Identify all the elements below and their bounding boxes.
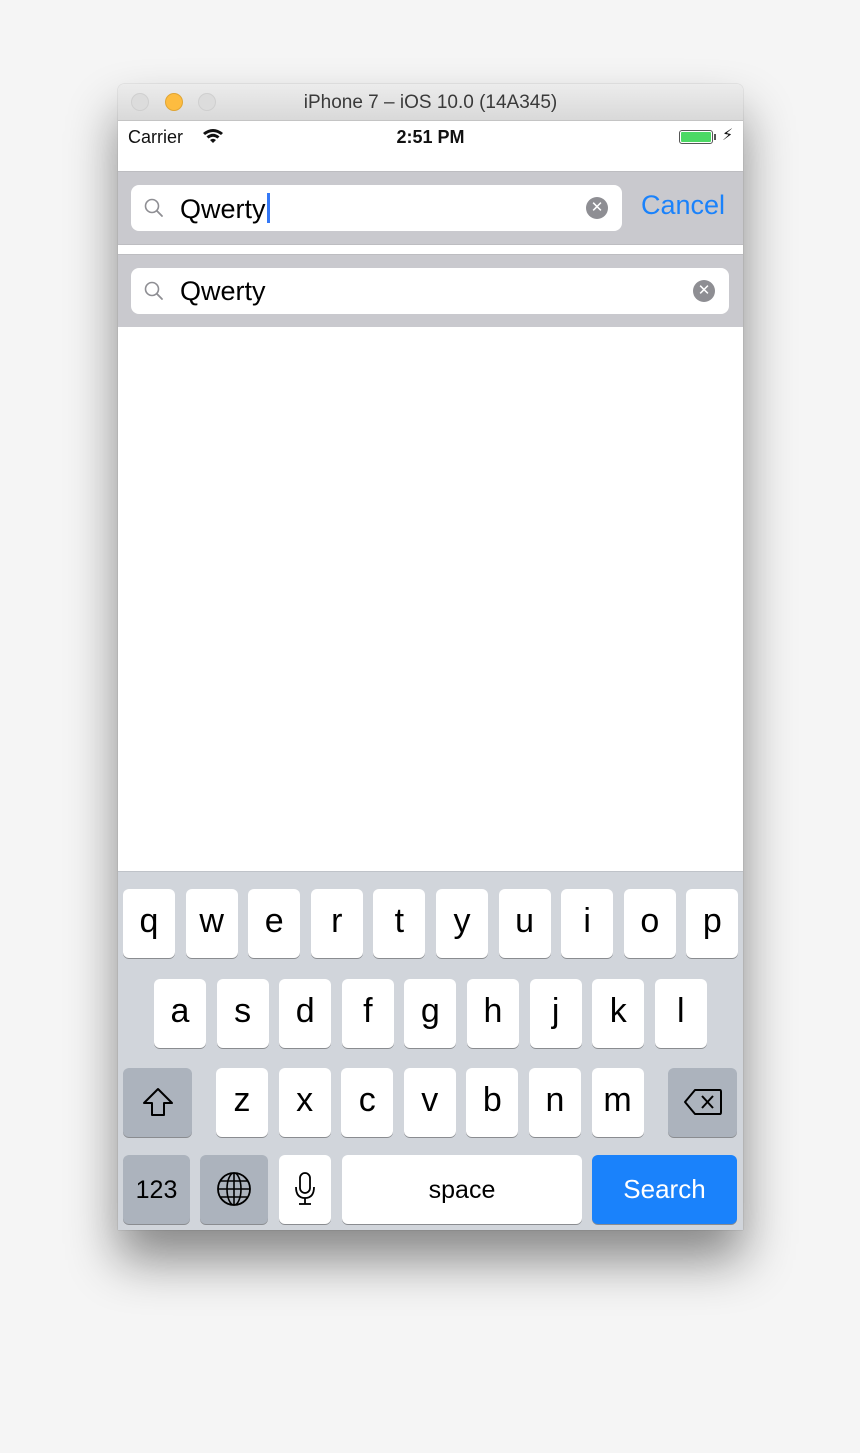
key-h[interactable]: h [467,979,519,1048]
device-screen: Carrier 2:51 PM ⚡︎ Qwerty ✕ Cancel Qwert… [118,121,743,1230]
key-i[interactable]: i [561,889,614,958]
status-bar: Carrier 2:51 PM ⚡︎ [118,121,743,171]
shift-icon [142,1088,173,1116]
key-m[interactable]: m [591,1068,644,1137]
text-caret [266,193,270,223]
space-key[interactable]: space [342,1155,582,1224]
results-area [118,327,743,871]
clear-icon[interactable]: ✕ [693,280,715,302]
microphone-icon [295,1172,315,1205]
key-p[interactable]: p [686,889,739,958]
clear-icon[interactable]: ✕ [586,197,608,219]
key-z[interactable]: z [216,1068,268,1137]
shift-key[interactable] [123,1068,192,1137]
cancel-button[interactable]: Cancel [641,190,725,221]
key-v[interactable]: v [403,1068,456,1137]
key-d[interactable]: d [279,979,332,1048]
bolt-icon: ⚡︎ [722,127,734,144]
globe-key[interactable] [200,1155,268,1224]
title-bar: iPhone 7 – iOS 10.0 (14A345) [118,84,743,121]
search-input-secondary-value: Qwerty [180,276,266,306]
key-g[interactable]: g [404,979,457,1048]
key-o[interactable]: o [623,889,676,958]
window-title: iPhone 7 – iOS 10.0 (14A345) [303,92,558,113]
search-input-secondary[interactable]: Qwerty ✕ [131,268,729,314]
key-c[interactable]: c [341,1068,394,1137]
key-k[interactable]: k [592,979,645,1048]
key-t[interactable]: t [373,889,426,958]
keyboard: qwertyuiop asdfghjkl zxcvbnm 123 space S… [118,871,743,1230]
battery-icon [679,130,713,144]
search-icon [144,198,163,217]
key-n[interactable]: n [529,1068,581,1137]
search-key[interactable]: Search [592,1155,737,1224]
key-w[interactable]: w [185,889,238,958]
globe-icon [217,1172,251,1206]
microphone-key[interactable] [279,1155,331,1224]
key-y[interactable]: y [436,889,488,958]
search-icon [144,281,163,300]
key-u[interactable]: u [498,889,551,958]
delete-key[interactable] [668,1068,737,1137]
key-x[interactable]: x [278,1068,331,1137]
search-input-value: Qwerty [180,194,266,224]
key-b[interactable]: b [466,1068,519,1137]
search-bar-active: Qwerty ✕ Cancel [118,171,743,245]
clock: 2:51 PM [396,127,465,147]
key-j[interactable]: j [529,979,582,1048]
numbers-key[interactable]: 123 [123,1155,190,1224]
key-f[interactable]: f [341,979,394,1048]
simulator-window: iPhone 7 – iOS 10.0 (14A345) Carrier 2:5… [118,84,743,1230]
key-l[interactable]: l [654,979,707,1048]
key-a[interactable]: a [154,979,206,1048]
battery-nub [714,134,716,140]
key-q[interactable]: q [123,889,175,958]
search-input[interactable]: Qwerty ✕ [131,185,622,231]
key-r[interactable]: r [310,889,363,958]
delete-icon [683,1089,722,1115]
key-s[interactable]: s [216,979,269,1048]
search-bar-secondary: Qwerty ✕ [118,254,743,328]
key-e[interactable]: e [248,889,301,958]
